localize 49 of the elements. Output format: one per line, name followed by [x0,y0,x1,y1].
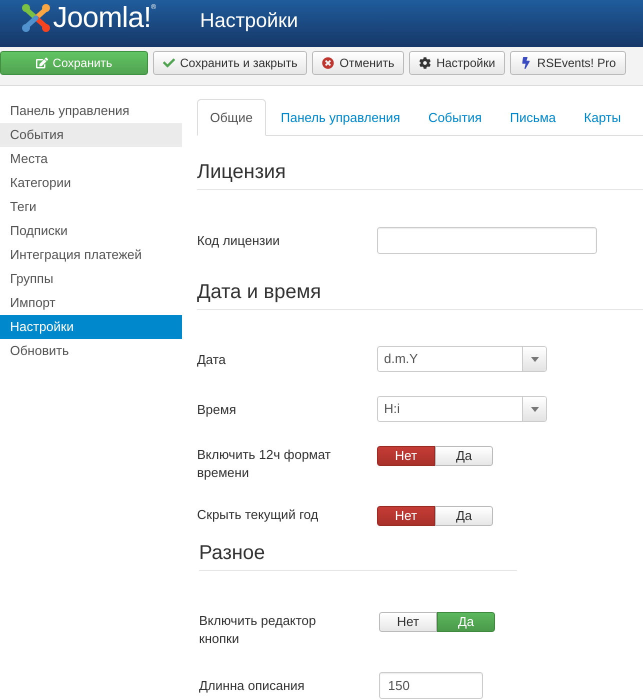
lightning-icon [520,57,532,69]
toolbar-button[interactable]: Настройки [409,51,506,75]
settings-icon [419,57,432,69]
tab[interactable]: Общие [197,99,266,136]
select-field[interactable]: H:i [377,396,547,422]
section-heading: Дата и время [197,280,322,304]
tab[interactable]: Карты [570,99,634,136]
sidebar-item[interactable]: Группы [0,267,182,291]
section-heading: Разное [199,541,266,565]
section-heading: Лицензия [197,160,286,184]
check-icon [163,57,175,69]
sidebar-item[interactable]: Места [0,147,182,171]
edit-icon [36,57,48,69]
select-field[interactable]: d.m.Y [377,346,547,372]
toggle-option[interactable]: Нет [379,612,437,632]
tab[interactable]: Письма [496,99,569,136]
toggle-option[interactable]: Нет [377,506,435,526]
sidebar-item[interactable]: События [0,123,182,147]
sidebar-item[interactable]: Подписки [0,219,182,243]
field-label: Включить редактор кнопки [199,612,318,648]
logo-icon [21,2,51,32]
text-field[interactable]: 150 [379,672,483,699]
sidebar-item[interactable]: Теги [0,195,182,219]
field-label: Скрыть текущий год [197,506,320,524]
field-label: Код лицензии [197,232,281,250]
page-title: Настройки [200,9,298,34]
field-label: Длинна описания [199,677,306,695]
text-field[interactable] [377,227,597,254]
sidebar-item[interactable]: Панель управления [0,99,182,123]
tab[interactable]: События [415,99,495,136]
toolbar-button[interactable]: Отменить [312,51,404,75]
sidebar-item[interactable]: Обновить [0,339,182,363]
sidebar-item[interactable]: Импорт [0,291,182,315]
sidebar-item[interactable]: Категории [0,171,182,195]
tab[interactable]: Панель управления [268,99,414,136]
toggle-option[interactable]: Нет [377,446,435,466]
logo-text: Joomla! [53,2,152,34]
toggle-option[interactable]: Да [435,446,493,466]
field-label: Включить 12ч формат времени [197,446,332,482]
field-label: Дата [197,351,227,369]
sidebar-item[interactable]: Интеграция платежей [0,243,182,267]
caret-icon [530,356,538,362]
cancel-icon [322,57,334,69]
caret-icon [530,406,538,412]
toolbar-button[interactable]: RSEvents! Pro [510,51,626,75]
sidebar-item[interactable]: Настройки [0,315,182,339]
field-label: Время [197,401,238,419]
toolbar-button[interactable]: Сохранить и закрыть [153,51,308,75]
toggle-option[interactable]: Да [435,506,493,526]
